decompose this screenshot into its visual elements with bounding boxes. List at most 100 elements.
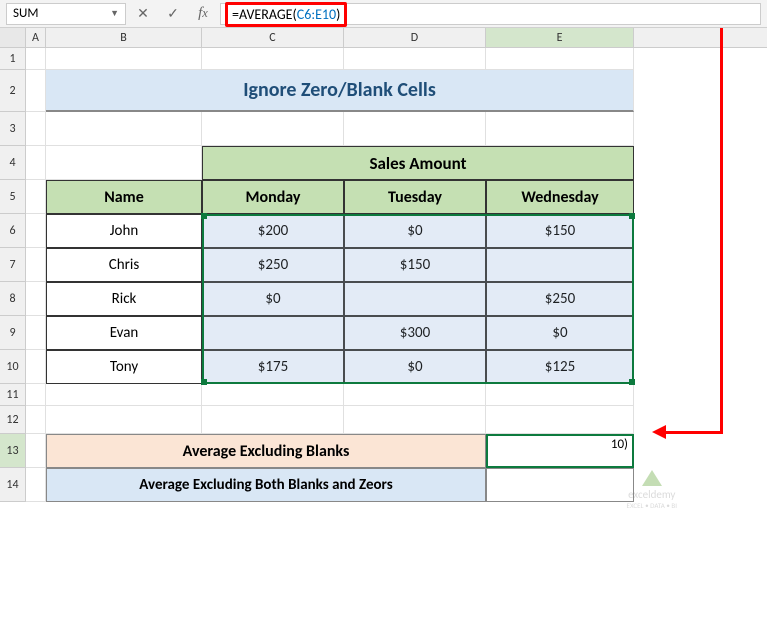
sheet-body: Ignore Zero/Blank Cells Sales Amount Nam… [26, 48, 634, 502]
row-header[interactable]: 5 [0, 180, 26, 214]
row-header[interactable]: 12 [0, 406, 26, 434]
cell-data[interactable]: $125 [486, 350, 634, 384]
cell[interactable] [486, 384, 634, 406]
cell-data[interactable]: $250 [486, 282, 634, 316]
cell[interactable] [26, 316, 46, 350]
row-header[interactable]: 9 [0, 316, 26, 350]
row-header[interactable]: 6 [0, 214, 26, 248]
row-header[interactable]: 13 [0, 434, 26, 468]
cell[interactable] [344, 406, 486, 434]
cell[interactable] [26, 146, 46, 180]
cell-data[interactable]: $150 [344, 248, 486, 282]
cell[interactable] [26, 282, 46, 316]
header-name[interactable]: Name [46, 180, 202, 214]
cell-data[interactable]: $250 [202, 248, 344, 282]
avg-blanks-label[interactable]: Average Excluding Blanks [46, 434, 486, 468]
formula-input[interactable]: =AVERAGE(C6:E10) [220, 3, 761, 25]
cell[interactable] [46, 112, 202, 146]
cell[interactable] [26, 406, 46, 434]
row-header[interactable]: 1 [0, 48, 26, 70]
logo-icon [642, 470, 662, 486]
select-all-corner[interactable] [0, 28, 26, 47]
col-header-B[interactable]: B [46, 28, 202, 47]
cell-data[interactable]: $300 [344, 316, 486, 350]
cell[interactable] [202, 384, 344, 406]
watermark-brand: exceldemy [627, 488, 677, 501]
col-header-A[interactable]: A [26, 28, 46, 47]
row-header[interactable]: 4 [0, 146, 26, 180]
table-row [26, 384, 634, 406]
cell[interactable] [26, 112, 46, 146]
cell[interactable] [344, 384, 486, 406]
cell-data[interactable] [344, 282, 486, 316]
avg-both-result[interactable] [486, 468, 634, 502]
cell-data[interactable]: $0 [344, 350, 486, 384]
cell[interactable] [26, 468, 46, 502]
table-row: Evan $300 $0 [26, 316, 634, 350]
name-box[interactable]: SUM ▼ [6, 3, 126, 25]
cell[interactable] [486, 406, 634, 434]
page-title[interactable]: Ignore Zero/Blank Cells [46, 70, 634, 112]
table-row: Rick $0 $250 [26, 282, 634, 316]
cell-name[interactable]: Tony [46, 350, 202, 384]
cell-data[interactable] [486, 248, 634, 282]
confirm-icon[interactable]: ✓ [160, 3, 186, 25]
table-row: Ignore Zero/Blank Cells [26, 70, 634, 112]
cell-data[interactable]: $0 [344, 214, 486, 248]
cell-data[interactable]: $200 [202, 214, 344, 248]
formula-highlight: =AVERAGE(C6:E10) [225, 2, 347, 27]
cell[interactable] [486, 48, 634, 70]
header-wednesday[interactable]: Wednesday [486, 180, 634, 214]
cell-name[interactable]: Evan [46, 316, 202, 350]
cell[interactable] [486, 112, 634, 146]
cell-name[interactable]: Chris [46, 248, 202, 282]
avg-both-label[interactable]: Average Excluding Both Blanks and Zeors [46, 468, 486, 502]
cell[interactable] [26, 350, 46, 384]
header-sales-amount[interactable]: Sales Amount [202, 146, 634, 180]
col-header-C[interactable]: C [202, 28, 344, 47]
cell[interactable] [26, 434, 46, 468]
cell-data[interactable] [202, 316, 344, 350]
cancel-icon[interactable]: ✕ [130, 3, 156, 25]
cell-data[interactable]: $175 [202, 350, 344, 384]
cell[interactable] [202, 406, 344, 434]
header-monday[interactable]: Monday [202, 180, 344, 214]
cell[interactable] [26, 180, 46, 214]
header-tuesday[interactable]: Tuesday [344, 180, 486, 214]
cell-data[interactable]: $0 [486, 316, 634, 350]
watermark: exceldemy EXCEL • DATA • BI [627, 470, 677, 510]
cell[interactable] [202, 48, 344, 70]
cell[interactable] [46, 48, 202, 70]
row-header[interactable]: 14 [0, 468, 26, 502]
cell[interactable] [26, 214, 46, 248]
cell[interactable] [26, 384, 46, 406]
avg-blanks-result[interactable]: 10) [486, 434, 634, 468]
cell[interactable] [46, 146, 202, 180]
row-header[interactable]: 11 [0, 384, 26, 406]
cell[interactable] [344, 112, 486, 146]
annotation-arrow [720, 28, 723, 433]
cell-data[interactable]: $150 [486, 214, 634, 248]
cell[interactable] [26, 48, 46, 70]
cell[interactable] [202, 112, 344, 146]
fx-icon[interactable]: fx [190, 3, 216, 25]
cell[interactable] [26, 248, 46, 282]
table-row: Average Excluding Blanks 10) [26, 434, 634, 468]
row-header[interactable]: 2 [0, 70, 26, 112]
row-header[interactable]: 7 [0, 248, 26, 282]
cell[interactable] [26, 70, 46, 112]
cell[interactable] [46, 384, 202, 406]
chevron-down-icon[interactable]: ▼ [110, 8, 119, 19]
col-header-D[interactable]: D [344, 28, 486, 47]
table-row: Average Excluding Both Blanks and Zeors [26, 468, 634, 502]
cell[interactable] [344, 48, 486, 70]
col-header-E[interactable]: E [486, 28, 634, 47]
formula-prefix: =AVERAGE( [232, 6, 297, 23]
cell[interactable] [46, 406, 202, 434]
row-header[interactable]: 3 [0, 112, 26, 146]
row-header[interactable]: 8 [0, 282, 26, 316]
cell-name[interactable]: John [46, 214, 202, 248]
cell-name[interactable]: Rick [46, 282, 202, 316]
cell-data[interactable]: $0 [202, 282, 344, 316]
row-header[interactable]: 10 [0, 350, 26, 384]
